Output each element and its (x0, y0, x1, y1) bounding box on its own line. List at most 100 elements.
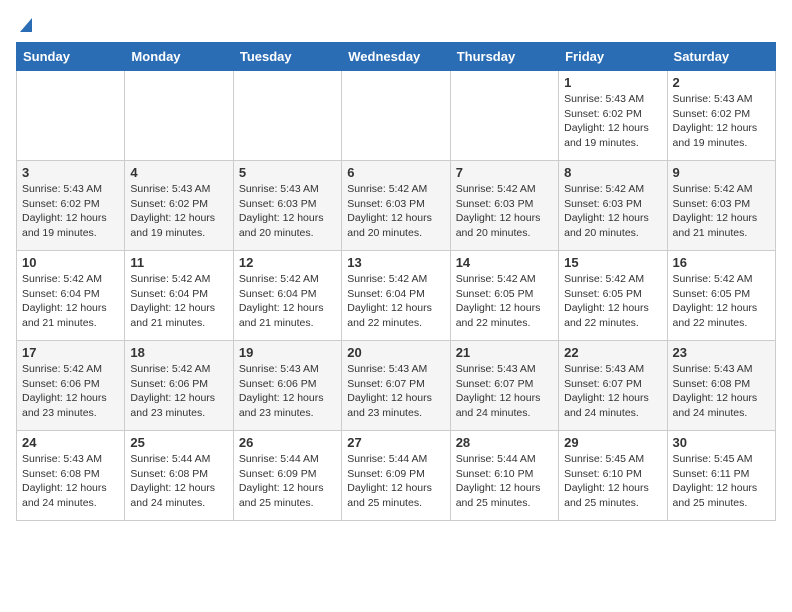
calendar-cell: 26Sunrise: 5:44 AM Sunset: 6:09 PM Dayli… (233, 431, 341, 521)
calendar-cell: 8 Sunrise: 5:42 AM Sunset: 6:03 PM Daylig… (559, 161, 667, 251)
calendar-cell: 24 Sunrise: 5:43 AM Sunset: 6:08 PM Dayli… (17, 431, 125, 521)
calendar-cell (233, 71, 341, 161)
calendar-cell (342, 71, 450, 161)
day-info: Sunrise: 5:43 AM Sunset: 6:07 PM Dayligh… (456, 362, 553, 421)
calendar-cell: 18Sunrise: 5:42 AM Sunset: 6:06 PM Dayli… (125, 341, 233, 431)
day-info: Sunrise: 5:42 AM Sunset: 6:05 PM Dayligh… (456, 272, 553, 331)
day-number: 7 (456, 165, 553, 180)
day-number: 19 (239, 345, 336, 360)
day-info: Sunrise: 5:44 AM Sunset: 6:08 PM Dayligh… (130, 452, 227, 511)
day-number: 15 (564, 255, 661, 270)
day-info: Sunrise: 5:42 AM Sunset: 6:04 PM Dayligh… (130, 272, 227, 331)
day-info: Sunrise: 5:44 AM Sunset: 6:09 PM Dayligh… (347, 452, 444, 511)
calendar-cell: 22 Sunrise: 5:43 AM Sunset: 6:07 PM Dayli… (559, 341, 667, 431)
day-number: 18 (130, 345, 227, 360)
column-header-friday: Friday (559, 43, 667, 71)
calendar-cell: 5Sunrise: 5:43 AM Sunset: 6:03 PM Daylig… (233, 161, 341, 251)
calendar-cell: 21 Sunrise: 5:43 AM Sunset: 6:07 PM Dayli… (450, 341, 558, 431)
calendar-header-row: SundayMondayTuesdayWednesdayThursdayFrid… (17, 43, 776, 71)
calendar-cell (450, 71, 558, 161)
day-info: Sunrise: 5:42 AM Sunset: 6:04 PM Dayligh… (22, 272, 119, 331)
day-info: Sunrise: 5:45 AM Sunset: 6:10 PM Dayligh… (564, 452, 661, 511)
day-number: 10 (22, 255, 119, 270)
calendar-cell: 11 Sunrise: 5:42 AM Sunset: 6:04 PM Dayli… (125, 251, 233, 341)
day-number: 11 (130, 255, 227, 270)
calendar-week-row: 3 Sunrise: 5:43 AM Sunset: 6:02 PM Daylig… (17, 161, 776, 251)
calendar-cell: 10 Sunrise: 5:42 AM Sunset: 6:04 PM Dayli… (17, 251, 125, 341)
day-number: 9 (673, 165, 770, 180)
day-info: Sunrise: 5:42 AM Sunset: 6:03 PM Dayligh… (347, 182, 444, 241)
day-info: Sunrise: 5:42 AM Sunset: 6:05 PM Dayligh… (673, 272, 770, 331)
day-number: 2 (673, 75, 770, 90)
calendar-table: SundayMondayTuesdayWednesdayThursdayFrid… (16, 42, 776, 521)
day-info: Sunrise: 5:44 AM Sunset: 6:09 PM Dayligh… (239, 452, 336, 511)
day-number: 12 (239, 255, 336, 270)
day-number: 25 (130, 435, 227, 450)
logo (16, 16, 34, 34)
calendar-cell: 12 Sunrise: 5:42 AM Sunset: 6:04 PM Dayli… (233, 251, 341, 341)
day-info: Sunrise: 5:43 AM Sunset: 6:02 PM Dayligh… (673, 92, 770, 151)
day-number: 24 (22, 435, 119, 450)
calendar-cell: 30 Sunrise: 5:45 AM Sunset: 6:11 PM Dayli… (667, 431, 775, 521)
calendar-week-row: 17Sunrise: 5:42 AM Sunset: 6:06 PM Dayli… (17, 341, 776, 431)
day-number: 20 (347, 345, 444, 360)
day-number: 6 (347, 165, 444, 180)
calendar-cell: 17Sunrise: 5:42 AM Sunset: 6:06 PM Dayli… (17, 341, 125, 431)
calendar-cell: 3 Sunrise: 5:43 AM Sunset: 6:02 PM Daylig… (17, 161, 125, 251)
day-info: Sunrise: 5:43 AM Sunset: 6:03 PM Dayligh… (239, 182, 336, 241)
calendar-cell: 23 Sunrise: 5:43 AM Sunset: 6:08 PM Dayli… (667, 341, 775, 431)
day-info: Sunrise: 5:43 AM Sunset: 6:02 PM Dayligh… (130, 182, 227, 241)
day-number: 22 (564, 345, 661, 360)
calendar-cell: 4 Sunrise: 5:43 AM Sunset: 6:02 PM Daylig… (125, 161, 233, 251)
day-info: Sunrise: 5:45 AM Sunset: 6:11 PM Dayligh… (673, 452, 770, 511)
day-info: Sunrise: 5:42 AM Sunset: 6:03 PM Dayligh… (564, 182, 661, 241)
day-number: 4 (130, 165, 227, 180)
day-info: Sunrise: 5:44 AM Sunset: 6:10 PM Dayligh… (456, 452, 553, 511)
calendar-cell: 29 Sunrise: 5:45 AM Sunset: 6:10 PM Dayli… (559, 431, 667, 521)
calendar-week-row: 1 Sunrise: 5:43 AM Sunset: 6:02 PM Daylig… (17, 71, 776, 161)
calendar-cell: 1Sunrise: 5:43 AM Sunset: 6:02 PM Daylig… (559, 71, 667, 161)
calendar-week-row: 24 Sunrise: 5:43 AM Sunset: 6:08 PM Dayli… (17, 431, 776, 521)
day-info: Sunrise: 5:43 AM Sunset: 6:08 PM Dayligh… (673, 362, 770, 421)
logo-triangle-icon (18, 14, 34, 34)
day-info: Sunrise: 5:42 AM Sunset: 6:04 PM Dayligh… (347, 272, 444, 331)
day-info: Sunrise: 5:43 AM Sunset: 6:02 PM Dayligh… (22, 182, 119, 241)
column-header-saturday: Saturday (667, 43, 775, 71)
calendar-cell: 25 Sunrise: 5:44 AM Sunset: 6:08 PM Dayli… (125, 431, 233, 521)
calendar-cell: 27 Sunrise: 5:44 AM Sunset: 6:09 PM Dayli… (342, 431, 450, 521)
day-number: 23 (673, 345, 770, 360)
day-number: 14 (456, 255, 553, 270)
day-number: 21 (456, 345, 553, 360)
day-info: Sunrise: 5:42 AM Sunset: 6:06 PM Dayligh… (22, 362, 119, 421)
day-number: 16 (673, 255, 770, 270)
calendar-cell: 7 Sunrise: 5:42 AM Sunset: 6:03 PM Daylig… (450, 161, 558, 251)
calendar-cell: 15 Sunrise: 5:42 AM Sunset: 6:05 PM Dayli… (559, 251, 667, 341)
column-header-sunday: Sunday (17, 43, 125, 71)
day-number: 3 (22, 165, 119, 180)
calendar-cell (125, 71, 233, 161)
calendar-cell: 28 Sunrise: 5:44 AM Sunset: 6:10 PM Dayli… (450, 431, 558, 521)
day-number: 28 (456, 435, 553, 450)
column-header-monday: Monday (125, 43, 233, 71)
day-number: 27 (347, 435, 444, 450)
calendar-cell: 2 Sunrise: 5:43 AM Sunset: 6:02 PM Daylig… (667, 71, 775, 161)
day-info: Sunrise: 5:43 AM Sunset: 6:07 PM Dayligh… (564, 362, 661, 421)
column-header-tuesday: Tuesday (233, 43, 341, 71)
day-info: Sunrise: 5:42 AM Sunset: 6:03 PM Dayligh… (456, 182, 553, 241)
day-number: 30 (673, 435, 770, 450)
calendar-cell: 9 Sunrise: 5:42 AM Sunset: 6:03 PM Daylig… (667, 161, 775, 251)
day-info: Sunrise: 5:42 AM Sunset: 6:04 PM Dayligh… (239, 272, 336, 331)
day-info: Sunrise: 5:42 AM Sunset: 6:03 PM Dayligh… (673, 182, 770, 241)
calendar-cell: 19Sunrise: 5:43 AM Sunset: 6:06 PM Dayli… (233, 341, 341, 431)
calendar-cell: 16 Sunrise: 5:42 AM Sunset: 6:05 PM Dayli… (667, 251, 775, 341)
day-info: Sunrise: 5:42 AM Sunset: 6:05 PM Dayligh… (564, 272, 661, 331)
calendar-cell: 20Sunrise: 5:43 AM Sunset: 6:07 PM Dayli… (342, 341, 450, 431)
column-header-wednesday: Wednesday (342, 43, 450, 71)
day-number: 1 (564, 75, 661, 90)
day-info: Sunrise: 5:43 AM Sunset: 6:08 PM Dayligh… (22, 452, 119, 511)
day-number: 8 (564, 165, 661, 180)
calendar-cell: 14 Sunrise: 5:42 AM Sunset: 6:05 PM Dayli… (450, 251, 558, 341)
day-number: 29 (564, 435, 661, 450)
calendar-cell (17, 71, 125, 161)
page-header (16, 16, 776, 34)
